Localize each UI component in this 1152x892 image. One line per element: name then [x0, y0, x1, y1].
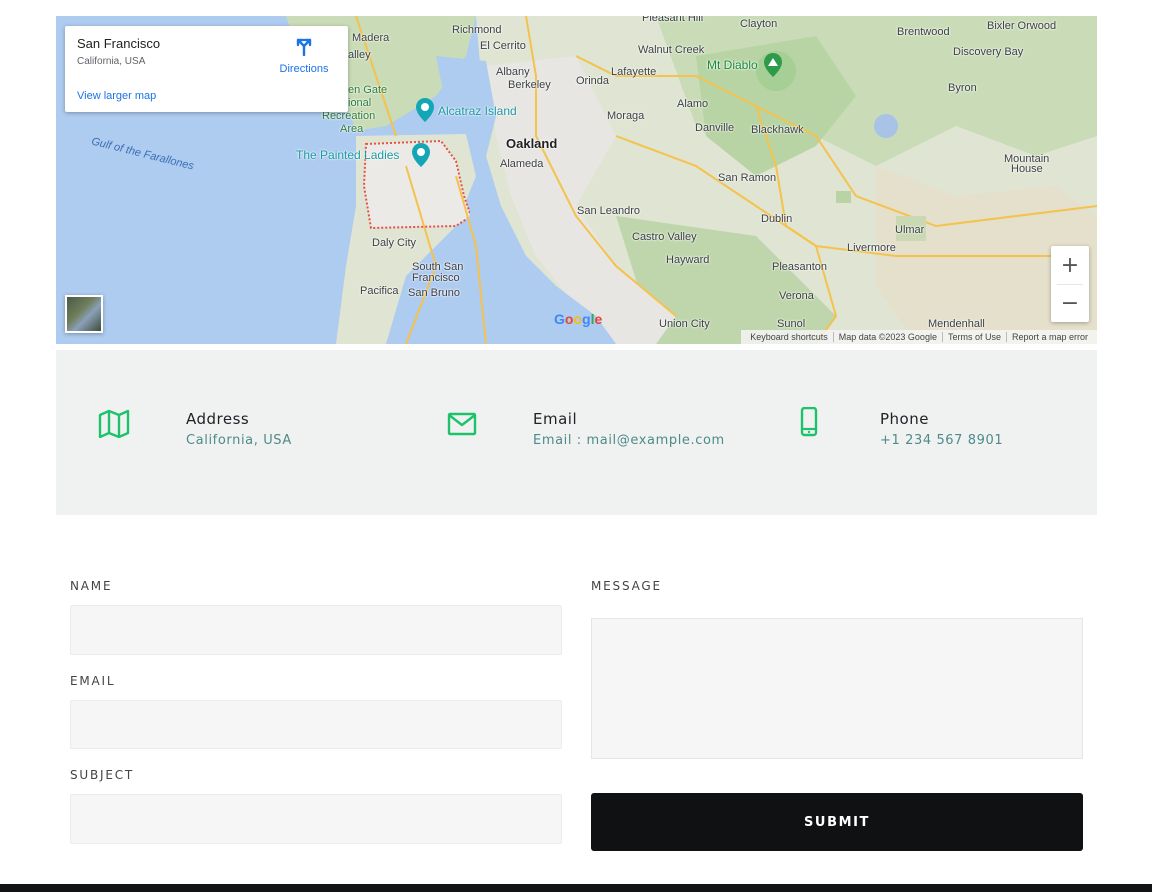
map-embed[interactable]: Pleasant Hill Clayton Bixler Orwood Bren… [56, 16, 1097, 344]
map-label-walnut-creek: Walnut Creek [638, 44, 705, 56]
map-label-moraga: Moraga [607, 110, 645, 122]
envelope-icon [447, 412, 477, 436]
email-input[interactable] [70, 700, 562, 749]
phone-title: Phone [880, 410, 929, 428]
address-title: Address [186, 410, 250, 428]
logo-letter: o [573, 311, 583, 327]
footer-bar [0, 884, 1152, 892]
alcatraz-pin-icon[interactable] [416, 98, 434, 122]
message-label: MESSAGE [591, 579, 662, 593]
map-label-livermore: Livermore [847, 242, 896, 254]
map-label-lafayette: Lafayette [611, 66, 657, 78]
place-subtitle: California, USA [77, 56, 146, 67]
map-label-dublin: Dublin [761, 213, 793, 225]
address-value: California, USA [186, 433, 292, 448]
name-input[interactable] [70, 605, 562, 655]
map-label-verona: Verona [779, 290, 814, 302]
map-label-sunol: Sunol [777, 318, 806, 330]
directions-icon [296, 38, 312, 57]
email-value[interactable]: Email : mail@example.com [533, 433, 725, 448]
map-label-golden-gate: en Gate [348, 84, 388, 96]
map-label-pleasant-hill: Pleasant Hill [642, 16, 704, 24]
map-label-south-sf-2: Francisco [412, 272, 460, 284]
map-label-san-bruno: San Bruno [408, 287, 460, 299]
mt-diablo-pin-icon[interactable] [764, 53, 782, 77]
map-label-oakland: Oakland [506, 136, 558, 151]
message-textarea[interactable] [591, 618, 1083, 759]
zoom-out-button[interactable]: − [1051, 284, 1089, 322]
map-label-painted-ladies: The Painted Ladies [296, 148, 400, 162]
subject-label: SUBJECT [70, 768, 135, 782]
email-title: Email [533, 410, 578, 428]
keyboard-shortcuts-link[interactable]: Keyboard shortcuts [745, 332, 833, 342]
map-label-daly-city: Daly City [372, 237, 417, 249]
map-label-pacifica: Pacifica [360, 285, 399, 297]
map-label-el-cerrito: El Cerrito [480, 40, 526, 52]
contact-info-band: Address California, USA Email Email : ma… [56, 350, 1097, 515]
map-label-bixler-orwood: Bixler Orwood [987, 20, 1057, 32]
map-label-san-leandro: San Leandro [577, 205, 640, 217]
map-label-albany: Albany [496, 66, 530, 78]
logo-letter: g [582, 311, 591, 327]
map-label-union-city: Union City [659, 318, 710, 330]
google-logo: Google [554, 311, 602, 327]
painted-ladies-pin-icon[interactable] [412, 143, 430, 167]
map-label-castro-valley: Castro Valley [632, 231, 697, 243]
map-label-mendenhall: Mendenhall [928, 318, 985, 330]
map-label-ulmar: Ulmar [895, 224, 925, 236]
subject-input[interactable] [70, 794, 562, 844]
map-label-house: House [1011, 163, 1043, 175]
map-label-brentwood: Brentwood [897, 26, 950, 38]
zoom-in-button[interactable]: + [1051, 246, 1089, 284]
map-label-danville: Danville [695, 122, 735, 134]
map-label-madera: Madera [352, 32, 390, 44]
phone-value[interactable]: +1 234 567 8901 [880, 433, 1003, 448]
satellite-toggle-button[interactable] [65, 295, 103, 333]
directions-button[interactable]: Directions [276, 36, 332, 76]
map-label-hayward: Hayward [666, 254, 710, 266]
map-label-national: ional [348, 97, 372, 109]
zoom-controls: + − [1051, 246, 1089, 322]
map-label-san-ramon: San Ramon [718, 172, 777, 184]
map-label-berkeley: Berkeley [508, 79, 551, 91]
terms-link[interactable]: Terms of Use [941, 332, 1006, 342]
map-label-valley: alley [348, 49, 371, 61]
map-label-alameda: Alameda [500, 158, 544, 170]
zoom-separator [1057, 284, 1083, 285]
map-label-clayton: Clayton [740, 18, 778, 30]
map-label-alcatraz: Alcatraz Island [438, 104, 517, 118]
view-larger-map-link[interactable]: View larger map [77, 90, 156, 102]
map-icon [98, 409, 130, 438]
logo-letter: e [594, 311, 603, 327]
logo-letter: G [554, 311, 565, 327]
place-title: San Francisco [77, 36, 161, 51]
submit-button[interactable]: SUBMIT [591, 793, 1083, 851]
map-label-blackhawk: Blackhawk [751, 124, 804, 136]
map-attribution: Keyboard shortcuts Map data ©2023 Google… [741, 330, 1097, 344]
phone-icon [800, 407, 818, 437]
map-label-richmond: Richmond [452, 24, 502, 36]
map-label-mt-diablo: Mt Diablo [707, 58, 758, 72]
map-label-orinda: Orinda [576, 75, 610, 87]
map-label-area: Area [340, 123, 364, 135]
map-label-pleasanton: Pleasanton [772, 261, 828, 273]
map-label-alamo: Alamo [677, 98, 709, 110]
name-label: NAME [70, 579, 113, 593]
map-label-discovery-bay: Discovery Bay [953, 46, 1024, 58]
map-info-card: San Francisco California, USA View large… [65, 26, 348, 112]
directions-label: Directions [279, 63, 329, 75]
map-data-text: Map data ©2023 Google [832, 332, 942, 342]
report-error-link[interactable]: Report a map error [1005, 332, 1093, 342]
email-label: EMAIL [70, 674, 116, 688]
map-label-byron: Byron [948, 82, 977, 94]
